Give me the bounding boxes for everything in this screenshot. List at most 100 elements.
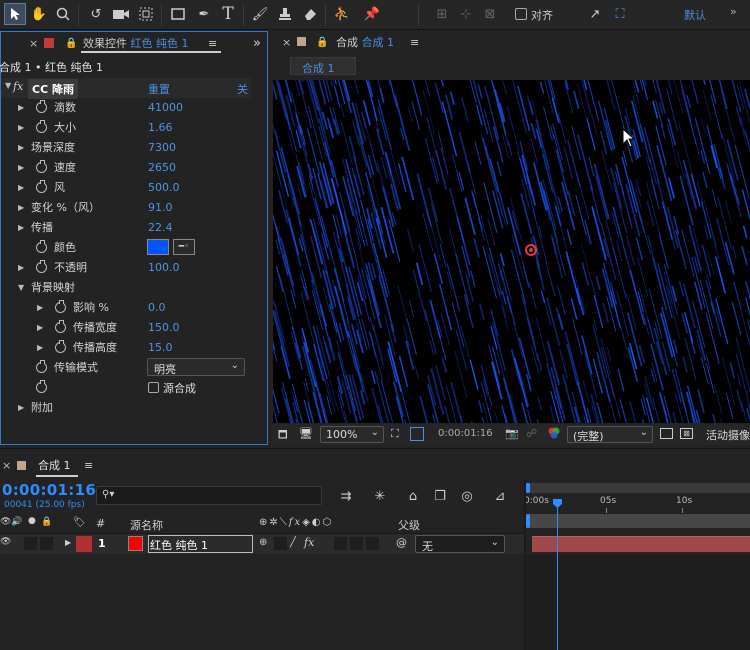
panel-menu-icon[interactable]: ≡ [410, 36, 419, 49]
time-navigator[interactable] [526, 483, 750, 493]
pan-behind-tool-icon[interactable] [136, 4, 156, 24]
navigator-start-handle[interactable] [526, 483, 530, 493]
switch-box[interactable] [350, 537, 363, 550]
layer-expand-icon[interactable]: ▶ [65, 538, 71, 547]
clone-stamp-tool-icon[interactable] [275, 4, 295, 24]
expand-icon[interactable]: ▶ [18, 163, 24, 172]
show-snapshot-icon[interactable]: ☍ [526, 427, 537, 440]
source-name-header[interactable]: 源名称 [130, 517, 163, 533]
graph-editor-icon[interactable]: ⊿ [491, 487, 509, 505]
lock-icon[interactable]: 🔒 [316, 37, 328, 48]
color-swatch[interactable] [147, 239, 169, 255]
prop-value[interactable]: 100.0 [148, 261, 180, 274]
workspace-more-icon[interactable]: » [730, 5, 737, 18]
panel-divider[interactable] [524, 479, 526, 650]
stopwatch-icon[interactable] [36, 242, 47, 253]
prop-value[interactable]: 150.0 [148, 321, 180, 334]
stopwatch-icon[interactable] [55, 322, 66, 333]
expand-icon[interactable]: ▶ [18, 203, 24, 212]
stopwatch-icon[interactable] [36, 162, 47, 173]
composition-viewer[interactable] [273, 80, 750, 423]
snap-checkbox[interactable] [515, 8, 527, 20]
switch-box[interactable] [366, 537, 379, 550]
layer-duration-bar[interactable] [532, 536, 750, 552]
prop-value[interactable]: 22.4 [148, 221, 173, 234]
pen-tool-icon[interactable]: ✒ [194, 4, 214, 24]
composite-checkbox[interactable] [148, 382, 159, 393]
selection-tool-icon[interactable] [4, 3, 26, 25]
expand-icon[interactable]: ▶ [37, 323, 43, 332]
prop-value[interactable]: 7300 [148, 141, 176, 154]
close-icon[interactable]: × [29, 37, 38, 50]
close-icon[interactable]: × [2, 459, 11, 472]
shy-switch-icon[interactable]: ⊕ [259, 537, 267, 548]
comp-subtab[interactable]: 合成 1 [290, 57, 356, 75]
close-icon[interactable]: × [282, 36, 291, 49]
prop-value[interactable]: 500.0 [148, 181, 180, 194]
eyedropper-icon[interactable]: ━◦ [173, 239, 195, 255]
prop-value[interactable]: 1.66 [148, 121, 173, 134]
expand-icon[interactable]: ▶ [18, 223, 24, 232]
current-time-display[interactable]: 0:00:01:16 [2, 481, 96, 499]
region-of-interest-icon[interactable]: ⛶ [391, 427, 399, 441]
stopwatch-icon[interactable] [55, 342, 66, 353]
stopwatch-icon[interactable] [36, 102, 47, 113]
always-preview-icon[interactable]: 🗖 [278, 428, 288, 445]
rotate-tool-icon[interactable]: ↺ [86, 4, 106, 24]
stopwatch-icon[interactable] [55, 302, 66, 313]
quality-switch-icon[interactable]: ╱ [290, 537, 296, 548]
shy-layers-icon[interactable]: ⌂ [404, 487, 422, 505]
stopwatch-icon[interactable] [36, 262, 47, 273]
prop-value[interactable]: 41000 [148, 101, 183, 114]
composition-tab[interactable]: × 🔒 合成 合成 1 ≡ [270, 32, 750, 52]
layer-label-color[interactable] [76, 536, 92, 552]
prop-value[interactable]: 2650 [148, 161, 176, 174]
stopwatch-icon[interactable] [36, 382, 47, 393]
expand-icon[interactable]: ▶ [18, 123, 24, 132]
layer-row[interactable]: 👁 ▶ 1 红色 纯色 1 ⊕ ╱ fx @ 无 ⌄ [0, 534, 524, 554]
rectangle-tool-icon[interactable] [168, 4, 188, 24]
axis-local-icon[interactable]: ⊞ [432, 4, 452, 24]
fx-icon[interactable]: fx [13, 80, 23, 93]
stopwatch-icon[interactable] [36, 122, 47, 133]
puppet-pin-tool-icon[interactable]: 📌 [362, 4, 382, 24]
parent-header[interactable]: 父级 [398, 517, 420, 533]
work-area-start-handle[interactable] [526, 514, 530, 528]
collapse-icon[interactable]: ▼ [18, 283, 24, 292]
expand-icon[interactable]: ▶ [18, 403, 24, 412]
workspace-default[interactable]: 默认 [684, 7, 706, 23]
solo-box[interactable] [40, 537, 53, 550]
camera-tool-icon[interactable] [111, 4, 131, 24]
panel-menu-icon[interactable]: ≡ [208, 37, 217, 50]
monitor-icon[interactable]: 🖥 [299, 427, 313, 440]
fx-switch-icon[interactable]: fx [304, 536, 314, 549]
lock-icon[interactable]: 🔒 [65, 38, 77, 49]
work-area-bar[interactable] [526, 514, 750, 528]
pickwhip-icon[interactable]: @ [396, 536, 407, 549]
expand-icon[interactable]: ▶ [18, 183, 24, 192]
video-visible-icon[interactable]: 👁 [0, 537, 11, 547]
prop-value[interactable]: 15.0 [148, 341, 173, 354]
reset-link[interactable]: 重置 [148, 81, 170, 97]
transparency-grid-icon[interactable] [410, 427, 424, 441]
frame-blending-icon[interactable]: ❐ [431, 487, 449, 505]
zoom-tool-icon[interactable] [53, 4, 73, 24]
stopwatch-icon[interactable] [36, 362, 47, 373]
audio-box[interactable] [24, 537, 37, 550]
stopwatch-icon[interactable] [36, 182, 47, 193]
draft-3d-icon[interactable]: ✳ [371, 487, 389, 505]
effect-toggle-icon[interactable]: ▼ [5, 81, 11, 90]
toggle-transparency-icon[interactable]: ⊠ [680, 428, 693, 439]
fast-preview-icon[interactable] [660, 428, 673, 439]
viewer-timecode[interactable]: 0:00:01:16 [438, 428, 493, 439]
panel-menu-icon[interactable]: ≡ [84, 459, 93, 472]
parent-dropdown[interactable]: 无 ⌄ [415, 535, 505, 553]
layer-search-input[interactable]: ⚲▾ [96, 486, 322, 505]
eraser-tool-icon[interactable] [300, 4, 320, 24]
anchor-point-icon[interactable] [525, 244, 537, 256]
motion-blur-icon[interactable]: ◎ [458, 487, 476, 505]
axis-world-icon[interactable]: ⊹ [456, 4, 476, 24]
switch-box[interactable] [334, 537, 347, 550]
timeline-tab[interactable]: × 合成 1 ≡ [0, 455, 200, 475]
snap-target-icon[interactable]: ⛶ [610, 4, 630, 24]
